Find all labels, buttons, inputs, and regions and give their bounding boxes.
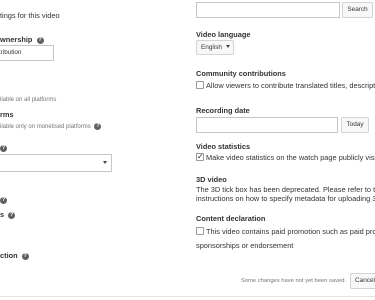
recording-date-input[interactable]	[196, 117, 338, 133]
video-3d-text-line2: instructions on how to specify metadata …	[196, 194, 375, 203]
community-checkbox-label: Allow viewers to contribute translated t…	[206, 81, 375, 90]
video-3d-text: The 3D tick box has been deprecated. Ple…	[196, 185, 375, 194]
help-icon[interactable]: ?	[0, 197, 7, 204]
help-icon[interactable]: ?	[36, 37, 44, 44]
ownership-select-value: tribution	[0, 49, 22, 56]
help-icon-left-2[interactable]: ?	[0, 195, 7, 204]
help-icon[interactable]: ?	[8, 212, 16, 219]
paid-promotion-line2: sponsorships or endorsement	[196, 241, 294, 250]
tag-search-input[interactable]	[196, 2, 340, 18]
paid-promotion-checkbox[interactable]	[196, 227, 204, 235]
ownership-label-text: wnership	[0, 35, 33, 44]
statistics-checkbox-label: Make video statistics on the watch page …	[206, 153, 375, 162]
paid-promotion-line1: This video contains paid promotion such …	[206, 227, 375, 236]
video-language-label: Video language	[196, 30, 251, 39]
help-icon-left[interactable]: ?	[0, 143, 7, 152]
settings-text: tings for this video	[0, 11, 60, 20]
cancel-button[interactable]: Cancel	[350, 273, 375, 289]
ownership-label: wnership ?	[0, 35, 44, 44]
footer-divider	[0, 296, 375, 297]
help-icon[interactable]: ?	[21, 253, 29, 260]
unsaved-changes-text: Some changes have not yet been saved.	[241, 278, 347, 284]
s-label: s ?	[0, 210, 16, 219]
video-language-select[interactable]: English	[196, 40, 234, 55]
video-3d-text-line1: The 3D tick box has been deprecated. Ple…	[196, 185, 375, 194]
ction-label: ction ?	[0, 251, 29, 260]
video-statistics-label: Video statistics	[196, 142, 251, 151]
community-checkbox[interactable]	[196, 81, 204, 89]
help-icon[interactable]: ?	[94, 123, 102, 130]
community-contributions-label: Community contributions	[196, 69, 286, 78]
video-3d-label: 3D video	[196, 175, 227, 184]
left-dropdown[interactable]	[0, 154, 112, 172]
chevron-down-icon	[103, 161, 107, 164]
help-icon[interactable]: ?	[0, 145, 7, 152]
today-button[interactable]: Today	[341, 117, 369, 133]
available-monetised-text: ilable only on monetised platforms ?	[0, 123, 102, 130]
content-declaration-label: Content declaration	[196, 214, 266, 223]
chevron-down-icon	[225, 45, 230, 48]
available-all-text: ilable on all platforms	[0, 97, 57, 103]
check-icon: ✓	[197, 152, 204, 161]
video-language-value: English	[201, 44, 222, 51]
available-monetised-label: ilable only on monetised platforms	[0, 124, 91, 130]
rms-label: rms	[0, 110, 14, 119]
ction-label-text: ction	[0, 251, 18, 260]
statistics-checkbox[interactable]: ✓	[196, 152, 204, 161]
s-label-text: s	[0, 210, 5, 219]
search-button[interactable]: Search	[342, 2, 373, 18]
ownership-select[interactable]: tribution	[0, 45, 54, 61]
recording-date-label: Recording date	[196, 106, 250, 115]
